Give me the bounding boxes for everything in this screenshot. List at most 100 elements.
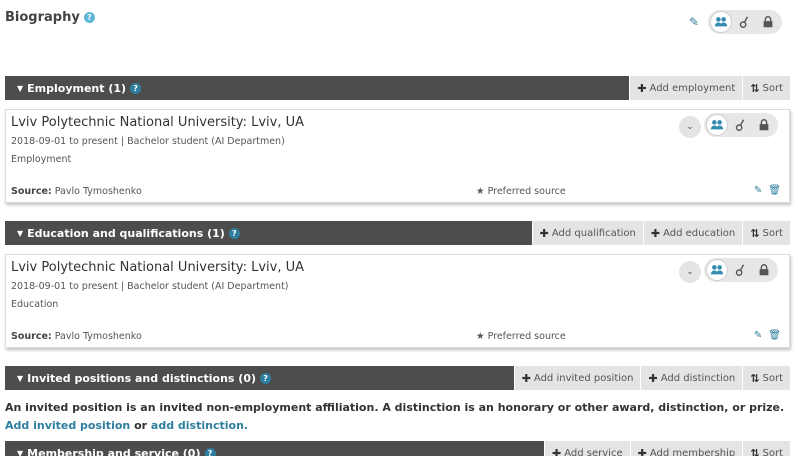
help-icon[interactable]: ? (260, 372, 272, 384)
sort-invited-button[interactable]: ⇅ Sort (742, 366, 790, 390)
source-label: Source: (11, 186, 52, 197)
sort-label: Sort (762, 82, 784, 94)
chevron-down-icon: ▼ (17, 83, 24, 93)
employment-card: Lviv Polytechnic National University: Lv… (5, 109, 790, 203)
membership-title-text: Membership and service (0) (27, 446, 201, 456)
add-distinction-button[interactable]: ✚ Add distinction (640, 366, 743, 390)
add-service-label: Add service (564, 447, 623, 456)
sort-label: Sort (762, 227, 784, 239)
sort-icon: ⇅ (750, 446, 760, 456)
expand-details-button[interactable]: ⌄ (679, 116, 701, 138)
employment-source: Source: Pavlo Tymoshenko (11, 186, 142, 197)
invited-section-bar: ▼ Invited positions and distinctions (0)… (5, 366, 790, 390)
education-card-title: Lviv Polytechnic National University: Lv… (11, 260, 304, 275)
sort-education-button[interactable]: ⇅ Sort (742, 221, 790, 245)
edit-icon[interactable]: ✎ (754, 185, 762, 196)
invited-note-text: An invited position is an invited non-em… (5, 401, 785, 414)
sort-icon: ⇅ (750, 81, 760, 95)
add-service-button[interactable]: ✚ Add service (544, 441, 630, 456)
expand-details-button[interactable]: ⌄ (679, 261, 701, 283)
education-type: Education (11, 299, 59, 310)
plus-icon: ✚ (637, 81, 647, 95)
visibility-everyone-icon[interactable] (706, 259, 728, 281)
visibility-everyone-icon[interactable] (706, 114, 728, 136)
plus-icon: ✚ (650, 226, 661, 240)
visibility-private-icon[interactable] (752, 113, 776, 137)
sort-employment-button[interactable]: ⇅ Sort (742, 76, 790, 100)
education-title-text: Education and qualifications (1) (27, 226, 225, 240)
source-label: Source: (11, 331, 52, 342)
biography-title: Biography? (5, 10, 95, 25)
help-icon[interactable]: ? (83, 12, 95, 23)
chevron-down-icon: ▼ (17, 448, 24, 456)
help-icon[interactable]: ? (228, 227, 240, 239)
plus-icon: ✚ (539, 226, 549, 240)
sort-icon: ⇅ (750, 226, 760, 240)
add-education-button[interactable]: ✚ Add education (642, 221, 743, 245)
biography-visibility-group (708, 10, 782, 34)
education-dates: 2018-09-01 to present | Bachelor student… (11, 281, 289, 292)
star-icon: ★ (476, 331, 485, 342)
add-employment-label: Add employment (649, 82, 736, 94)
source-name: Pavlo Tymoshenko (54, 186, 142, 197)
add-distinction-link[interactable]: add distinction. (151, 419, 248, 432)
star-icon: ★ (476, 186, 485, 197)
add-invited-position-button[interactable]: ✚ Add invited position (513, 366, 641, 390)
sort-icon: ⇅ (750, 371, 760, 385)
visibility-trusted-icon[interactable] (728, 258, 752, 282)
sort-membership-button[interactable]: ⇅ Sort (742, 441, 790, 456)
source-name: Pavlo Tymoshenko (54, 331, 142, 342)
add-distinction-label: Add distinction (660, 372, 736, 384)
chevron-down-icon: ▼ (17, 373, 24, 383)
education-section-title[interactable]: ▼ Education and qualifications (1) ? (5, 221, 532, 245)
visibility-trusted-icon[interactable] (728, 113, 752, 137)
add-invited-position-link[interactable]: Add invited position (5, 419, 130, 432)
invited-empty-note: An invited position is an invited non-em… (5, 399, 790, 435)
help-icon[interactable]: ? (130, 82, 142, 94)
employment-dates: 2018-09-01 to present | Bachelor student… (11, 136, 285, 147)
employment-section-title[interactable]: ▼ Employment (1) ? (5, 76, 629, 100)
membership-section-title[interactable]: ▼ Membership and service (0) ? (5, 441, 544, 456)
visibility-private-icon[interactable] (752, 258, 776, 282)
add-employment-button[interactable]: ✚ Add employment (629, 76, 743, 100)
visibility-trusted-icon[interactable] (732, 10, 756, 34)
sort-label: Sort (762, 447, 784, 456)
edit-biography-icon[interactable]: ✎ (689, 15, 699, 29)
org-location: Lviv, UA (251, 260, 304, 275)
plus-icon: ✚ (648, 371, 658, 385)
org-location: Lviv, UA (251, 115, 304, 130)
add-invited-position-label: Add invited position (533, 372, 634, 384)
education-source: Source: Pavlo Tymoshenko (11, 331, 142, 342)
preferred-source-label: Preferred source (487, 186, 566, 197)
employment-card-title: Lviv Polytechnic National University: Lv… (11, 115, 304, 130)
org-name: Lviv Polytechnic National University (11, 115, 243, 130)
preferred-source-label: Preferred source (487, 331, 566, 342)
add-membership-button[interactable]: ✚ Add membership (629, 441, 743, 456)
or-text: or (134, 419, 148, 432)
biography-title-text: Biography (5, 10, 80, 25)
education-visibility-group (704, 258, 778, 282)
plus-icon: ✚ (637, 446, 647, 456)
delete-icon[interactable]: 🗑 (768, 185, 781, 196)
employment-title-text: Employment (1) (27, 81, 127, 95)
chevron-down-icon: ▼ (17, 228, 24, 238)
preferred-source: ★ Preferred source (476, 331, 566, 342)
employment-visibility-group (704, 113, 778, 137)
edit-icon[interactable]: ✎ (754, 330, 762, 341)
help-icon[interactable]: ? (204, 447, 216, 456)
visibility-private-icon[interactable] (756, 10, 780, 34)
education-card: Lviv Polytechnic National University: Lv… (5, 254, 790, 348)
add-qualification-button[interactable]: ✚ Add qualification (531, 221, 643, 245)
membership-section-bar: ▼ Membership and service (0) ? ✚ Add serv… (5, 441, 790, 456)
add-qualification-label: Add qualification (551, 227, 636, 239)
employment-section-bar: ▼ Employment (1) ? ✚ Add employment ⇅ Sort (5, 76, 790, 100)
visibility-everyone-icon[interactable] (710, 11, 732, 33)
employment-card-actions: ✎ 🗑 (754, 185, 781, 196)
add-education-label: Add education (663, 227, 736, 239)
plus-icon: ✚ (552, 446, 562, 456)
plus-icon: ✚ (521, 371, 531, 385)
delete-icon[interactable]: 🗑 (768, 330, 781, 341)
sort-label: Sort (762, 372, 784, 384)
invited-section-title[interactable]: ▼ Invited positions and distinctions (0)… (5, 366, 514, 390)
preferred-source: ★ Preferred source (476, 186, 566, 197)
